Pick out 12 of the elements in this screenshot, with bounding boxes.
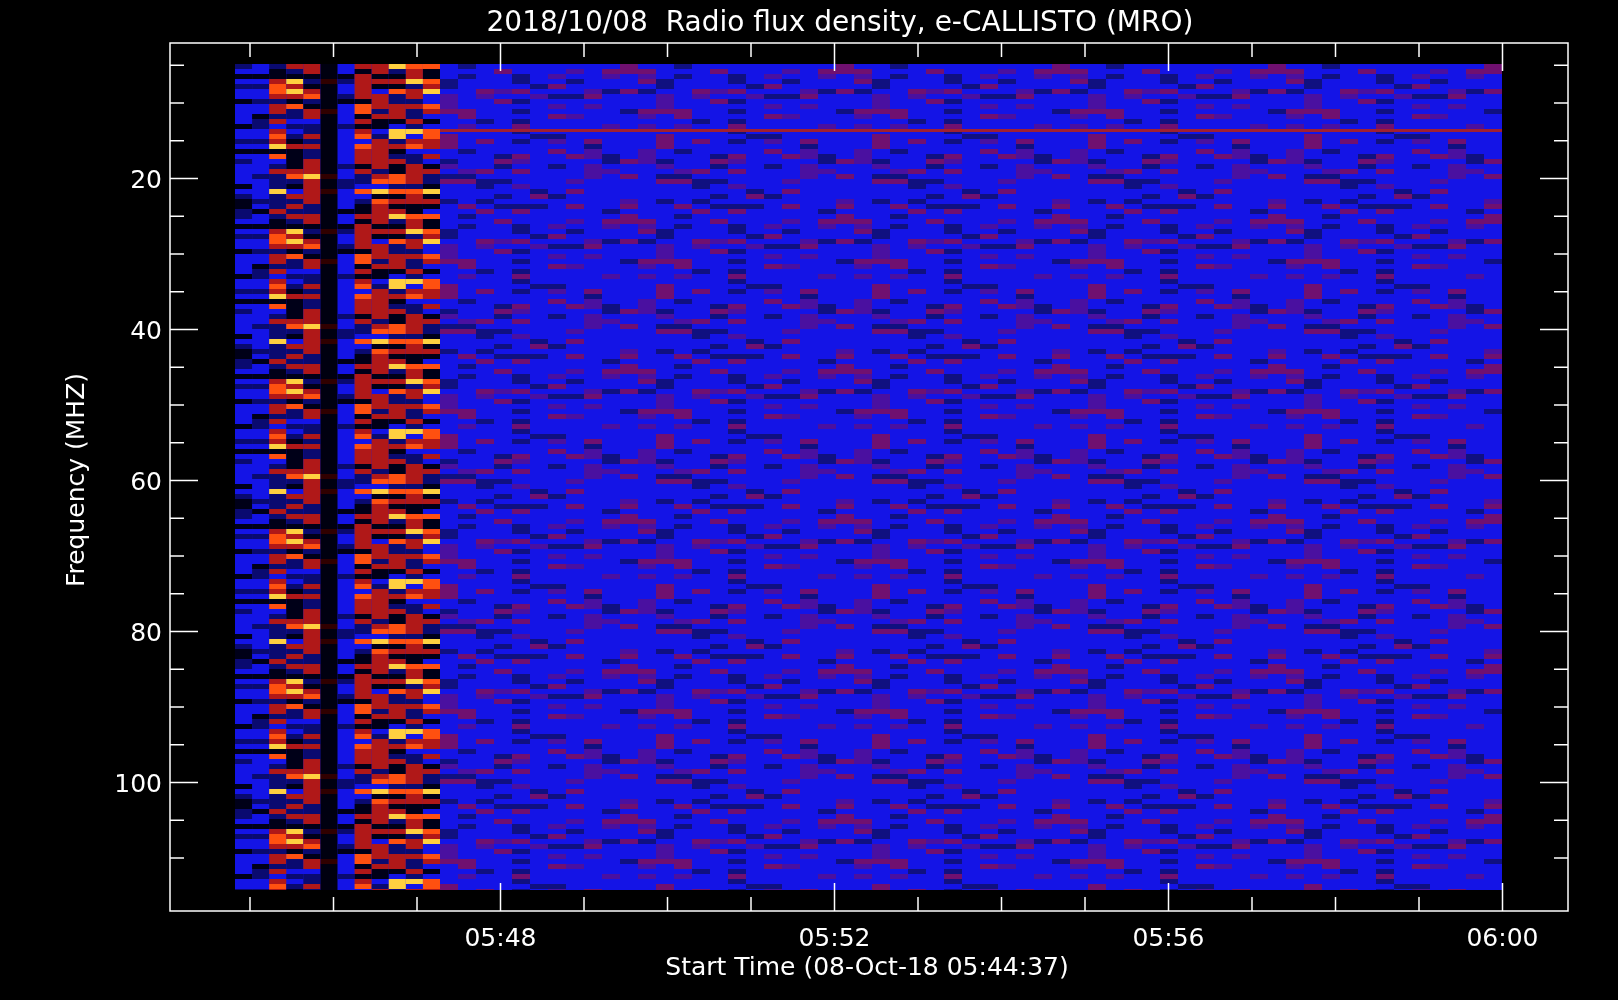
y-tick-label: 40 [130, 315, 162, 345]
x-tick-label: 05:52 [798, 923, 871, 952]
y-tick-label: 20 [130, 164, 162, 194]
y-tick-label: 100 [114, 768, 162, 798]
x-tick-label: 05:48 [464, 923, 537, 952]
x-axis-label: Start Time (08-Oct-18 05:44:37) [665, 952, 1069, 981]
y-axis-label: Frequency (MHZ) [61, 372, 90, 588]
x-tick-label: 05:56 [1132, 923, 1205, 952]
y-tick-label: 60 [130, 466, 162, 496]
x-tick-label: 06:00 [1466, 923, 1539, 952]
chart-title: 2018/10/08 Radio flux density, e-CALLISTO (MRO) [486, 5, 1194, 38]
y-tick-label: 80 [130, 617, 162, 647]
